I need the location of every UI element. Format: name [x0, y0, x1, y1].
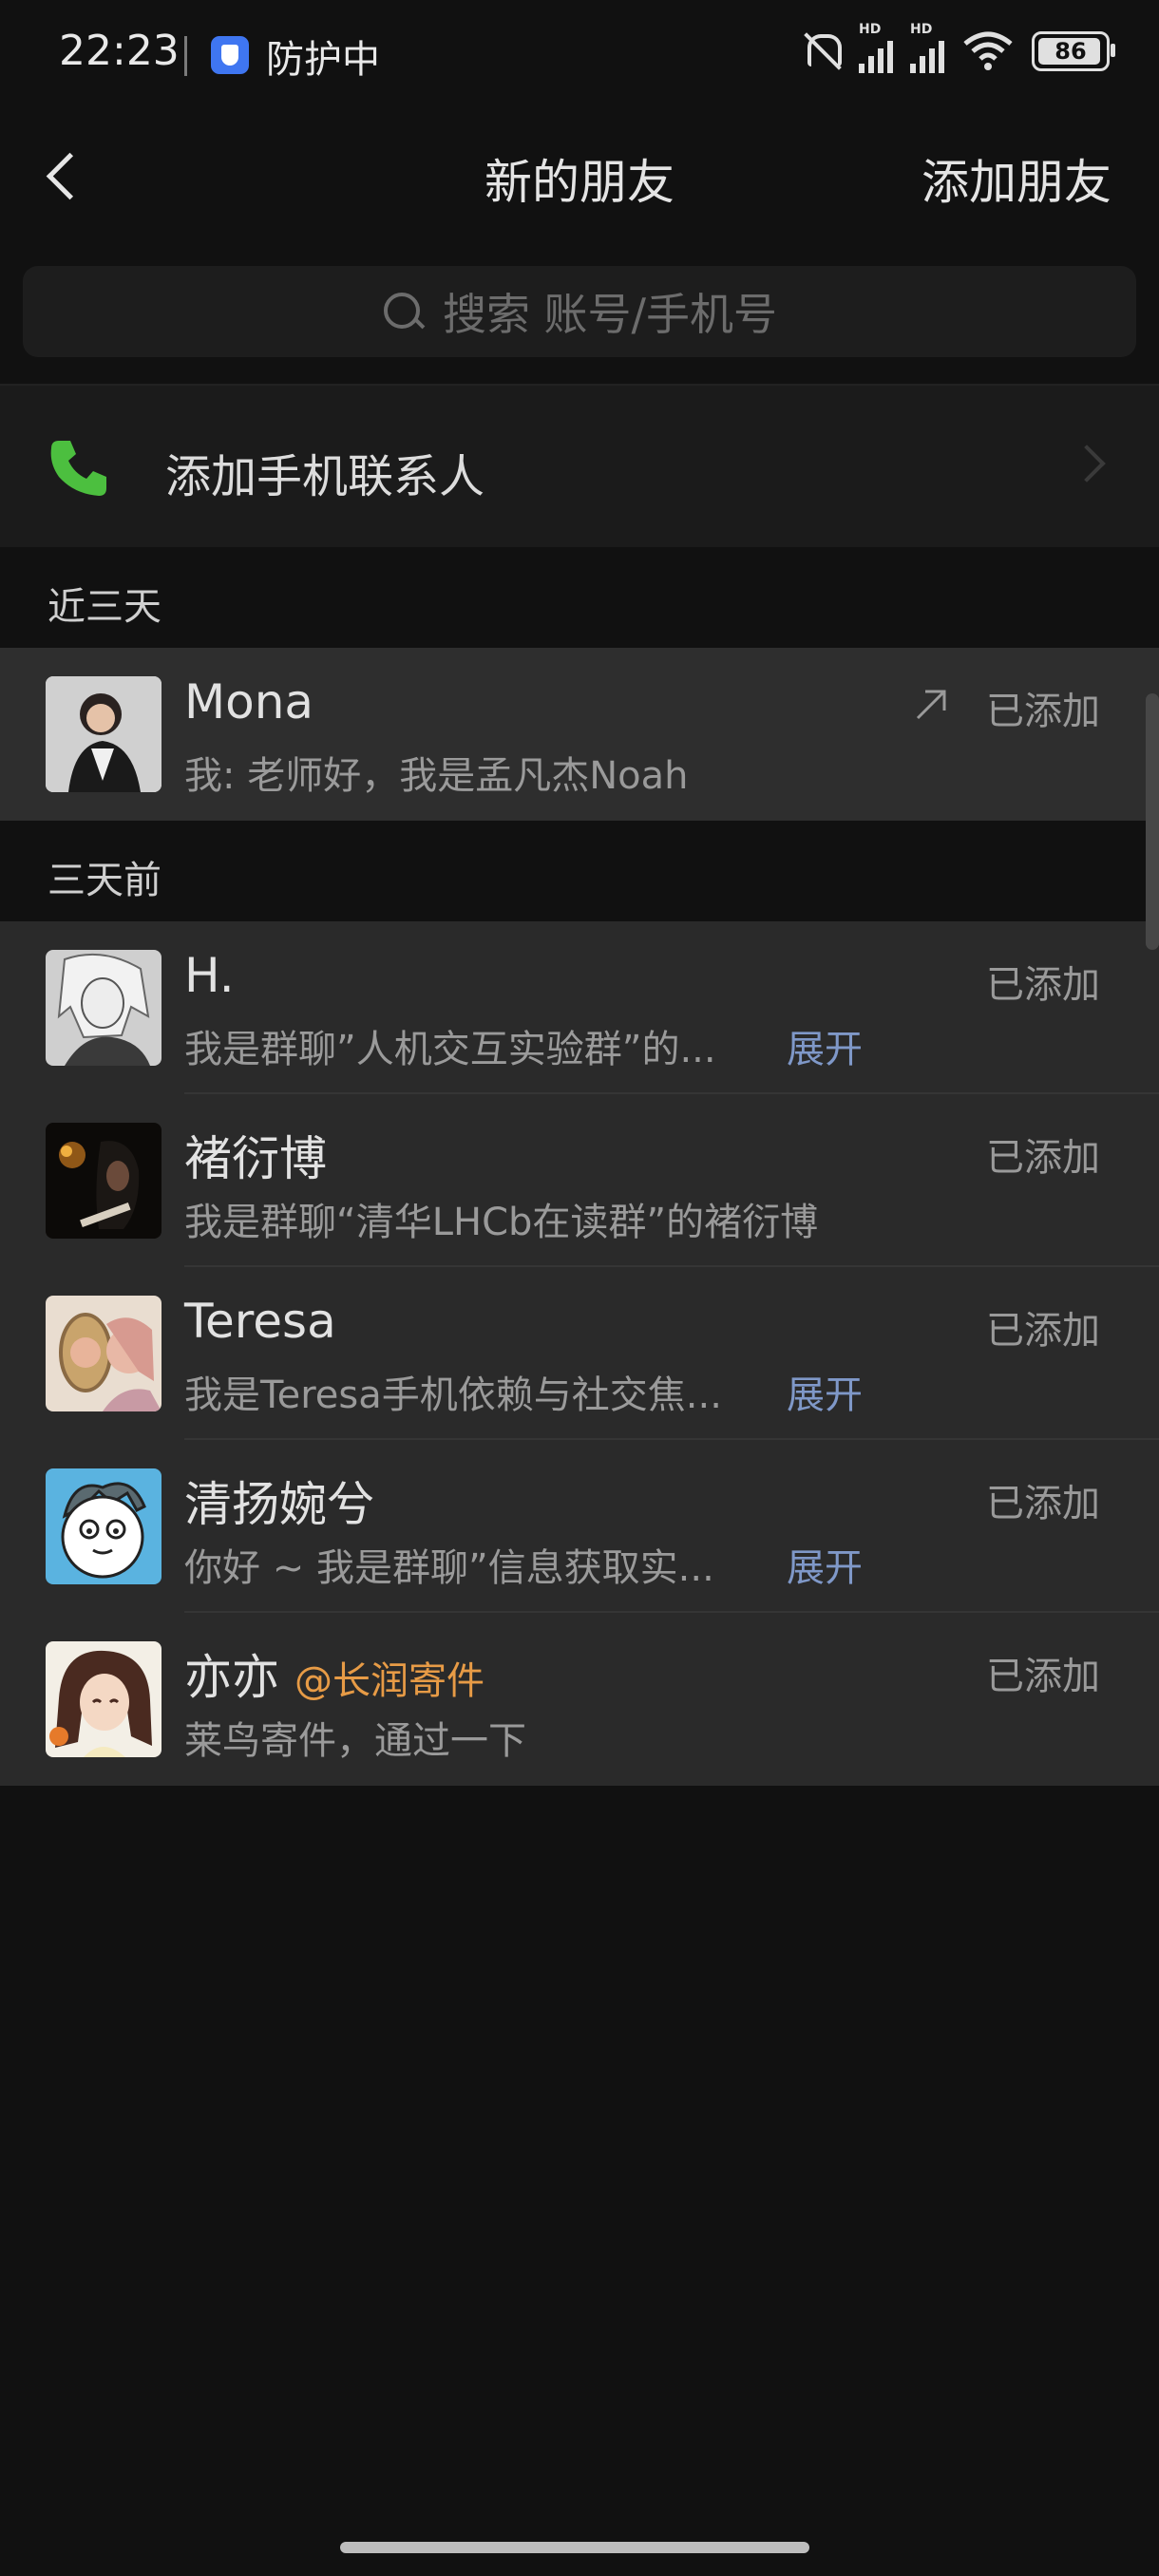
protect-status: 防护中 [266, 38, 380, 82]
scrollbar[interactable] [1146, 693, 1159, 950]
friend-name: Teresa [184, 1294, 336, 1349]
friend-name: 亦亦 @长润寄件 [184, 1639, 484, 1708]
friend-name: H. [184, 948, 235, 1003]
friend-message: 我: 老师好，我是孟凡杰Noah [184, 754, 689, 798]
friend-item-mona[interactable]: Mona 我: 老师好，我是孟凡杰Noah 已添加 [0, 648, 1159, 821]
chevron-right-icon [1068, 445, 1106, 483]
search-placeholder: 搜索 账号/手机号 [442, 289, 778, 340]
friend-message: 你好 ~ 我是群聊”信息获取实... [184, 1546, 714, 1590]
avatar [46, 1468, 162, 1584]
battery-level: 86 [1054, 38, 1087, 65]
friend-name-text: 亦亦 [184, 1650, 279, 1705]
status-badge: 已添加 [986, 1655, 1100, 1698]
status-badge: 已添加 [986, 963, 1100, 1007]
signal-hd-badge: HD [859, 22, 882, 37]
status-badge: 已添加 [986, 1136, 1100, 1180]
status-badge: 已添加 [986, 1309, 1100, 1353]
friend-name: Mona [184, 674, 314, 729]
expand-link[interactable]: 展开 [787, 1364, 863, 1419]
status-icons: HD HD 86 [800, 22, 1115, 74]
friend-item-yiyi[interactable]: 亦亦 @长润寄件 莱鸟寄件，通过一下 已添加 [0, 1613, 1159, 1786]
arrow-up-right-icon [914, 688, 948, 722]
friend-name: 褚衍博 [184, 1131, 327, 1186]
section-title: 近三天 [48, 585, 162, 629]
expand-link[interactable]: 展开 [787, 1537, 863, 1592]
friend-item-teresa[interactable]: Teresa 我是Teresa手机依赖与社交焦... 展开 已添加 [0, 1267, 1159, 1440]
expand-link[interactable]: 展开 [787, 1018, 863, 1073]
status-badge: 已添加 [986, 690, 1100, 733]
shield-icon [211, 36, 249, 74]
friend-name: 清扬婉兮 [184, 1477, 374, 1532]
add-phone-contacts-label: 添加手机联系人 [165, 450, 485, 503]
status-bar: 22:23 防护中 HD HD 86 [0, 0, 1159, 114]
signal-icon: HD [910, 22, 944, 73]
signal-icon: HD [859, 22, 893, 73]
wifi-icon [961, 30, 1015, 72]
section-title: 三天前 [48, 859, 162, 902]
friend-item-qingyang[interactable]: 清扬婉兮 你好 ~ 我是群聊”信息获取实... 展开 已添加 [0, 1440, 1159, 1613]
search-icon [382, 291, 424, 332]
avatar [46, 1296, 162, 1411]
avatar [46, 1123, 162, 1239]
bell-muted-icon [800, 28, 842, 74]
section-header: 三天前 [0, 821, 1159, 921]
avatar [46, 950, 162, 1066]
friend-message: 莱鸟寄件，通过一下 [184, 1719, 526, 1763]
status-divider [184, 36, 187, 76]
avatar [46, 1641, 162, 1757]
status-badge: 已添加 [986, 1482, 1100, 1525]
friend-tag: @长润寄件 [294, 1659, 484, 1703]
add-phone-contacts-row[interactable]: 添加手机联系人 [0, 384, 1159, 547]
home-indicator[interactable] [340, 2542, 809, 2553]
avatar [46, 676, 162, 792]
friend-item-h[interactable]: H. 我是群聊”人机交互实验群”的... 展开 已添加 [0, 921, 1159, 1094]
friend-message: 我是Teresa手机依赖与社交焦... [184, 1373, 722, 1417]
signal-hd-badge: HD [910, 22, 933, 37]
phone-icon [46, 435, 112, 502]
add-friend-button[interactable]: 添加朋友 [922, 144, 1112, 213]
nav-bar: 新的朋友 添加朋友 [0, 114, 1159, 237]
friend-item-chu[interactable]: 褚衍博 我是群聊“清华LHCb在读群”的褚衍博 已添加 [0, 1094, 1159, 1267]
status-time: 22:23 [59, 27, 180, 75]
section-header: 近三天 [0, 547, 1159, 648]
friend-message: 我是群聊“清华LHCb在读群”的褚衍博 [184, 1201, 819, 1244]
battery-icon: 86 [1032, 31, 1115, 71]
search-input[interactable]: 搜索 账号/手机号 [23, 266, 1136, 357]
friend-message: 我是群聊”人机交互实验群”的... [184, 1028, 716, 1071]
